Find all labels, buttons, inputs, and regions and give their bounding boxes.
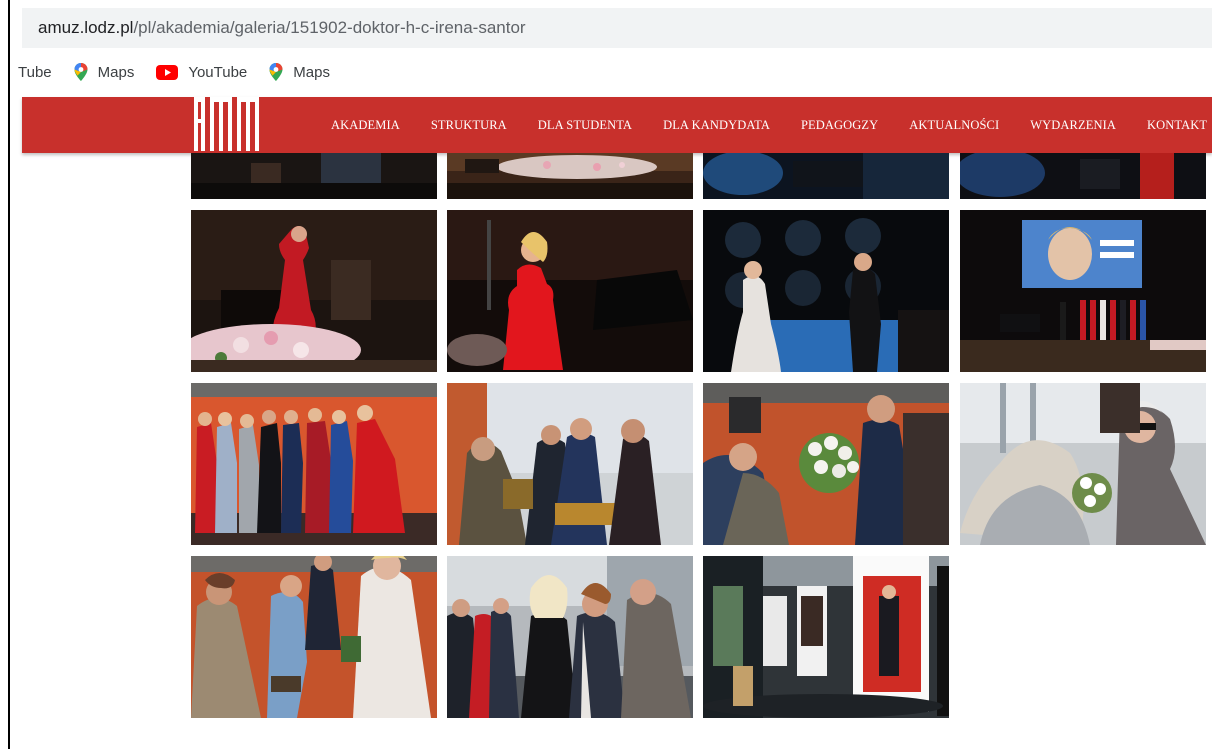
bookmark-youtube[interactable]: YouTube — [156, 64, 247, 81]
gallery-photo[interactable] — [703, 383, 949, 545]
gallery-photo[interactable] — [191, 383, 437, 545]
nav-aktualnosci[interactable]: AKTUALNOŚCI — [909, 118, 999, 133]
gallery-photo[interactable] — [703, 153, 949, 199]
gallery-photo[interactable] — [960, 210, 1206, 372]
gallery-photo[interactable] — [447, 210, 693, 372]
gallery-photo[interactable] — [960, 383, 1206, 545]
nav-dla-studenta[interactable]: DLA STUDENTA — [538, 118, 632, 133]
nav-wydarzenia[interactable]: WYDARZENIA — [1030, 118, 1116, 133]
am-logo-icon[interactable] — [192, 97, 266, 151]
photo-gallery — [191, 153, 1206, 723]
youtube-icon — [156, 64, 179, 80]
maps-pin-icon — [74, 63, 88, 81]
address-path: /pl/akademia/galeria/151902-doktor-h-c-i… — [133, 18, 526, 37]
bookmark-label: Maps — [97, 63, 135, 81]
bookmark-maps-2[interactable]: Maps — [269, 63, 330, 81]
nav-kontakt[interactable]: KONTAKT — [1147, 118, 1207, 133]
gallery-photo[interactable] — [447, 383, 693, 545]
main-nav: AKADEMIA STRUKTURA DLA STUDENTA DLA KAND… — [331, 97, 1212, 153]
site-header: AKADEMIA STRUKTURA DLA STUDENTA DLA KAND… — [22, 97, 1212, 153]
address-bar[interactable]: amuz.lodz.pl/pl/akademia/galeria/151902-… — [22, 8, 1212, 48]
nav-dla-kandydata[interactable]: DLA KANDYDATA — [663, 118, 770, 133]
gallery-photo[interactable] — [191, 153, 437, 199]
bookmark-label: Maps — [293, 63, 330, 81]
address-url[interactable]: amuz.lodz.pl/pl/akademia/galeria/151902-… — [38, 18, 526, 38]
gallery-photo[interactable] — [191, 210, 437, 372]
bookmark-maps[interactable]: Maps — [74, 63, 135, 81]
gallery-photo[interactable] — [447, 556, 693, 718]
gallery-photo[interactable] — [703, 210, 949, 372]
bookmark-youtube-partial[interactable]: Tube — [18, 64, 52, 81]
bookmark-label: Tube — [18, 63, 52, 81]
gallery-photo[interactable] — [447, 153, 693, 199]
gallery-photo[interactable] — [703, 556, 949, 718]
gallery-photo[interactable] — [960, 153, 1206, 199]
gallery-photo[interactable] — [191, 556, 437, 718]
nav-pedagogzy[interactable]: PEDAGOGZY — [801, 118, 878, 133]
window-edge — [8, 0, 10, 749]
maps-pin-icon — [269, 63, 283, 81]
nav-akademia[interactable]: AKADEMIA — [331, 118, 400, 133]
bookmarks-bar: Tube Maps YouTube Maps — [18, 50, 1212, 94]
nav-struktura[interactable]: STRUKTURA — [431, 118, 507, 133]
address-host: amuz.lodz.pl — [38, 18, 134, 37]
bookmark-label: YouTube — [188, 63, 248, 81]
